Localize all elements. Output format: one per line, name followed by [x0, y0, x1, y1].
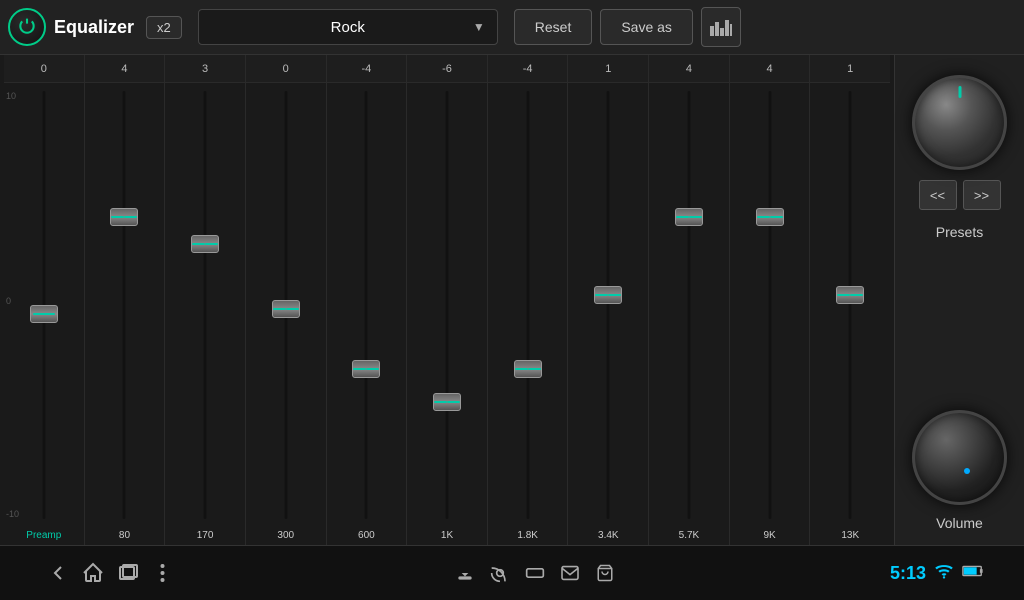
eq-slider-1k[interactable]: [433, 393, 461, 411]
reset-button[interactable]: Reset: [514, 9, 593, 45]
eq-band-1k8: 1.8K: [488, 83, 569, 545]
eq-band-3k4: 3.4K: [568, 83, 649, 545]
app-header: Equalizer x2 Rock ▼ Reset Save as: [0, 0, 1024, 55]
cast-icon: [482, 556, 517, 591]
navigation-bar: 5:13: [0, 545, 1024, 600]
eq-slider-300[interactable]: [272, 300, 300, 318]
dropdown-arrow-icon: ▼: [473, 20, 485, 34]
eq-band-13k: 13K: [810, 83, 890, 545]
volume-label: Volume: [936, 515, 983, 531]
app-title: Equalizer: [54, 17, 134, 38]
eq-slider-3k4[interactable]: [594, 286, 622, 304]
shop-icon: [587, 556, 622, 591]
freq-label-1k: 1K: [407, 530, 487, 541]
eq-slider-170[interactable]: [191, 235, 219, 253]
freq-label-600: 600: [327, 530, 407, 541]
freq-label-300: 300: [246, 530, 326, 541]
clock-display: 5:13: [890, 563, 926, 584]
freq-label-1k8: 1.8K: [488, 530, 568, 541]
x2-badge: x2: [146, 16, 182, 39]
freq-label-3k4: 3.4K: [568, 530, 648, 541]
presets-knob[interactable]: [912, 75, 1007, 170]
freq-label-170: 170: [165, 530, 245, 541]
right-panel: << >> Presets Volume: [894, 55, 1024, 545]
eq-band-300: 300: [246, 83, 327, 545]
preamp-db-value: 0: [41, 63, 47, 75]
eq-slider-9k[interactable]: [756, 208, 784, 226]
main-area: 0 4 3 0 -4 -6 -4 1 4 4 1 10 0: [0, 55, 1024, 545]
eq-slider-preamp[interactable]: [30, 305, 58, 323]
freq-label-5k7: 5.7K: [649, 530, 729, 541]
freq-label-preamp: Preamp: [26, 530, 61, 541]
eq-band-preamp: 10 0 -10 Preamp: [4, 83, 85, 545]
volume-knob[interactable]: [912, 410, 1007, 505]
power-button[interactable]: [8, 8, 46, 46]
usb-icon: [447, 556, 482, 591]
save-as-button[interactable]: Save as: [600, 9, 693, 45]
eq-section: 0 4 3 0 -4 -6 -4 1 4 4 1 10 0: [0, 55, 894, 545]
freq-label-80: 80: [85, 530, 165, 541]
preset-navigation: << >>: [919, 180, 1001, 210]
eq-band-9k: 9K: [730, 83, 811, 545]
eq-slider-80[interactable]: [110, 208, 138, 226]
stats-icon[interactable]: [701, 7, 741, 47]
preset-next-button[interactable]: >>: [963, 180, 1001, 210]
eq-band-1k: 1K: [407, 83, 488, 545]
preset-dropdown[interactable]: Rock ▼: [198, 9, 498, 45]
wifi-icon: [934, 563, 954, 584]
eq-slider-5k7[interactable]: [675, 208, 703, 226]
status-bar: 5:13: [890, 563, 984, 584]
freq-label-9k: 9K: [730, 530, 810, 541]
preset-prev-button[interactable]: <<: [919, 180, 957, 210]
eq-slider-1k8[interactable]: [514, 360, 542, 378]
menu-button[interactable]: [145, 556, 180, 591]
eq-band-5k7: 5.7K: [649, 83, 730, 545]
storage-icon: [517, 556, 552, 591]
eq-slider-600[interactable]: [352, 360, 380, 378]
gmail-icon: [552, 556, 587, 591]
freq-label-13k: 13K: [810, 530, 890, 541]
recent-button[interactable]: [110, 556, 145, 591]
battery-icon: [962, 564, 984, 583]
eq-band-600: 600: [327, 83, 408, 545]
eq-band-80: 80: [85, 83, 166, 545]
eq-band-170: 170: [165, 83, 246, 545]
back-button[interactable]: [40, 556, 75, 591]
presets-label: Presets: [936, 224, 983, 240]
home-button[interactable]: [75, 556, 110, 591]
eq-slider-13k[interactable]: [836, 286, 864, 304]
